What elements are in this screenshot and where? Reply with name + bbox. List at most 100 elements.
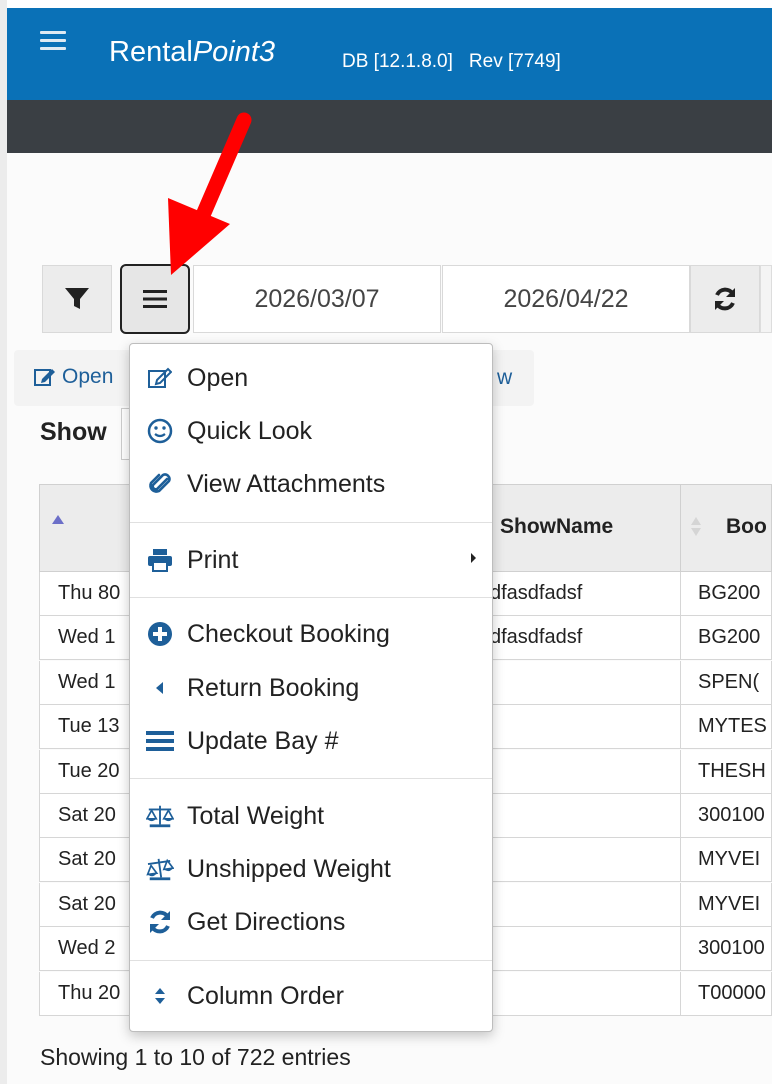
menu-item-label: Checkout Booking xyxy=(187,620,390,648)
menu-item-label: Open xyxy=(187,364,249,392)
sort-icon xyxy=(146,982,174,1010)
menu-item-label: Quick Look xyxy=(187,417,313,445)
action-trailing-fragment[interactable]: w xyxy=(497,366,512,390)
cell-booking: BG200 xyxy=(698,582,761,604)
cell-date: Wed 2 xyxy=(58,937,116,960)
refresh-icon xyxy=(715,287,735,311)
menu-item-label: Print xyxy=(187,546,239,574)
cell-date: Sat 20 xyxy=(58,848,116,871)
cell-date: Sat 20 xyxy=(58,804,116,826)
cell-date: Wed 1 xyxy=(58,626,116,649)
menu-item-open[interactable]: Open xyxy=(130,354,492,402)
col-divider xyxy=(680,660,681,705)
cell-date: Sat 20 xyxy=(58,892,116,915)
menu-item-label: Get Directions xyxy=(187,908,346,936)
menu-item-total-weight[interactable]: Total Weight xyxy=(130,792,492,840)
toolbar-next-button-edge[interactable] xyxy=(760,265,772,333)
brand-plain: Rental xyxy=(109,36,193,68)
print-icon xyxy=(146,546,174,574)
table-info: Showing 1 to 10 of 722 entries xyxy=(40,1044,351,1070)
smile-icon xyxy=(146,417,174,445)
app-header: RentalPoint3 DB [12.1.8.0] Rev [7749] xyxy=(7,8,772,100)
cell-booking: SPEN( xyxy=(698,670,760,693)
col-header-booking[interactable]: Boo xyxy=(726,515,767,539)
menu-item-label: Return Booking xyxy=(187,674,360,702)
col-divider xyxy=(680,485,681,573)
db-version: DB [12.1.8.0] xyxy=(342,51,453,72)
bars-icon xyxy=(146,727,174,755)
caret-left-icon xyxy=(146,674,174,702)
cell-booking: 300100 xyxy=(698,937,765,960)
menu-icon xyxy=(143,290,167,308)
cell-booking: BG200 xyxy=(698,626,761,649)
menu-item-checkout-booking[interactable]: Checkout Booking xyxy=(130,610,492,658)
edit-icon xyxy=(34,369,55,386)
menu-item-return-booking[interactable]: Return Booking xyxy=(130,664,492,712)
col-divider xyxy=(680,971,681,1016)
sort-asc-icon[interactable] xyxy=(52,515,64,524)
filter-button[interactable] xyxy=(42,265,112,333)
menu-item-quick-look[interactable]: Quick Look xyxy=(130,407,492,455)
action-open-button[interactable]: Open xyxy=(34,365,113,389)
menu-item-label: Unshipped Weight xyxy=(187,855,391,883)
col-divider xyxy=(680,749,681,794)
cell-date: Wed 1 xyxy=(58,670,116,693)
cell-booking: MYTES xyxy=(698,715,767,738)
show-entries-label: Show xyxy=(40,418,107,446)
paperclip-icon xyxy=(146,470,174,498)
menu-divider xyxy=(130,597,492,598)
main-nav-menu-icon[interactable] xyxy=(40,31,66,53)
edit-icon xyxy=(146,364,174,392)
menu-divider xyxy=(130,960,492,961)
col-divider xyxy=(680,705,681,750)
cell-booking: THESH xyxy=(698,759,766,782)
date-to-input[interactable]: 2026/04/22 xyxy=(442,265,690,333)
menu-item-column-order[interactable]: Column Order xyxy=(130,972,492,1020)
menu-item-get-directions[interactable]: Get Directions xyxy=(130,898,492,946)
version-info: DB [12.1.8.0] Rev [7749] xyxy=(342,51,577,73)
cell-booking: T00000 xyxy=(698,981,766,1004)
balance-scale-icon xyxy=(146,802,174,830)
plus-circle-icon xyxy=(146,620,174,648)
cell-date: Thu 20 xyxy=(58,981,121,1004)
cell-showname: sdfasdfadsf xyxy=(480,582,583,604)
cell-date: Tue 20 xyxy=(58,759,120,782)
menu-divider xyxy=(130,522,492,523)
col-divider xyxy=(680,572,681,616)
action-open-label: Open xyxy=(62,365,114,388)
sort-both-icon[interactable] xyxy=(691,517,701,539)
actions-menu-button[interactable] xyxy=(120,264,190,334)
date-from-input[interactable]: 2026/03/07 xyxy=(193,265,441,333)
menu-divider xyxy=(130,778,492,779)
cell-showname: sdfasdfadsf xyxy=(480,626,583,649)
window-left-edge xyxy=(0,0,7,1084)
refresh-button[interactable] xyxy=(690,265,760,333)
filter-icon xyxy=(65,288,89,309)
col-divider xyxy=(680,616,681,661)
submenu-caret-icon xyxy=(471,553,476,563)
menu-item-print[interactable]: Print xyxy=(130,536,492,584)
brand-italic: Point3 xyxy=(192,36,276,68)
actions-dropdown-menu: Open Quick Look View Attachments Print C… xyxy=(129,343,493,1032)
cell-booking: MYVEI xyxy=(698,848,761,871)
secondary-nav-bar xyxy=(7,100,772,153)
balance-scale-icon xyxy=(146,855,174,883)
col-header-showname[interactable]: ShowName xyxy=(500,515,613,539)
menu-item-label: Total Weight xyxy=(187,802,325,830)
col-divider xyxy=(680,838,681,883)
col-divider xyxy=(680,794,681,838)
menu-item-label: View Attachments xyxy=(187,470,386,498)
col-divider xyxy=(680,882,681,927)
col-divider xyxy=(680,927,681,972)
menu-item-label: Column Order xyxy=(187,982,344,1010)
cell-booking: 300100 xyxy=(698,804,765,826)
cell-date: Thu 80 xyxy=(58,582,121,604)
menu-item-view-attachments[interactable]: View Attachments xyxy=(130,460,492,508)
menu-item-unshipped-weight[interactable]: Unshipped Weight xyxy=(130,845,492,893)
cell-date: Tue 13 xyxy=(58,715,120,738)
refresh-icon xyxy=(146,908,174,936)
menu-item-label: Update Bay # xyxy=(187,727,339,755)
app-brand[interactable]: RentalPoint3 xyxy=(109,36,275,69)
cell-booking: MYVEI xyxy=(698,892,761,915)
menu-item-update-bay[interactable]: Update Bay # xyxy=(130,717,492,765)
